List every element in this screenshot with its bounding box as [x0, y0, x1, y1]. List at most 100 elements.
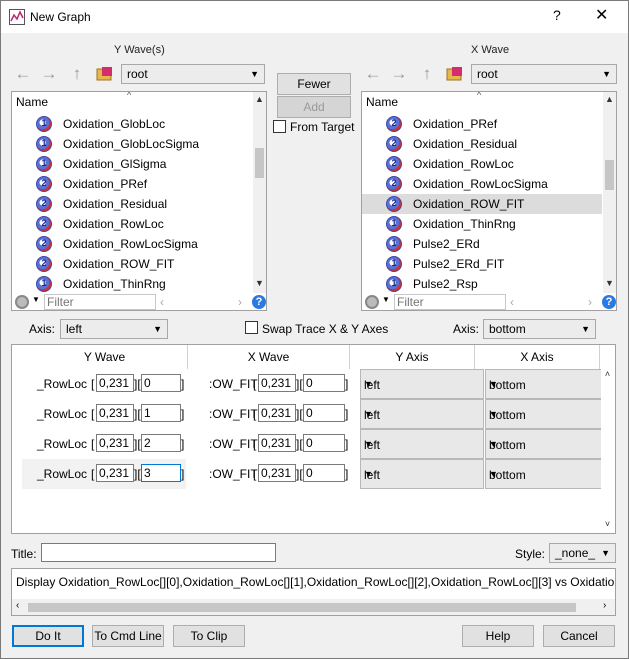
- y-axis-dropdown[interactable]: left ▼: [360, 429, 484, 459]
- gear-icon[interactable]: [365, 295, 379, 309]
- scroll-up-icon[interactable]: ˄: [601, 369, 614, 379]
- y-column-input[interactable]: 2: [141, 434, 181, 452]
- y-list-scrollbar[interactable]: ▲ ▼: [253, 92, 266, 293]
- title-input[interactable]: [41, 543, 276, 562]
- fewer-choices-button[interactable]: Fewer choices: [277, 73, 351, 111]
- help-icon[interactable]: ?: [602, 295, 616, 309]
- list-item[interactable]: 1 Oxidation_GlobLocSigma: [12, 134, 252, 154]
- y-column-input[interactable]: 3: [141, 464, 181, 482]
- command-scrollbar[interactable]: ‹ ›: [12, 599, 615, 615]
- y-column-input[interactable]: 1: [141, 404, 181, 422]
- scroll-down-icon[interactable]: ▼: [603, 278, 616, 288]
- x-range-input[interactable]: 0,231: [258, 434, 296, 452]
- y-wave-name: _RowLoc: [37, 407, 88, 421]
- back-arrow-icon[interactable]: ←: [362, 64, 384, 84]
- list-item[interactable]: 1 Pulse2_ERd: [362, 234, 602, 254]
- scroll-up-icon[interactable]: ▲: [253, 94, 266, 104]
- x-axis-dropdown[interactable]: bottom ▼: [485, 429, 610, 459]
- x-list-scrollbar[interactable]: ▲ ▼: [603, 92, 616, 293]
- scroll-right-icon[interactable]: ›: [238, 295, 242, 309]
- command-preview[interactable]: Display Oxidation_RowLoc[][0],Oxidation_…: [11, 568, 616, 616]
- x-axis-select[interactable]: bottom ▼: [483, 319, 596, 339]
- scroll-up-icon[interactable]: ▲: [603, 94, 616, 104]
- chevron-down-icon[interactable]: ▼: [382, 295, 390, 304]
- wave-icon: 1: [386, 216, 402, 232]
- x-scroll-thumb[interactable]: [605, 160, 614, 190]
- forward-arrow-icon[interactable]: →: [388, 64, 410, 84]
- list-item[interactable]: 1 Oxidation_ThinRng: [362, 214, 602, 234]
- grid-scrollbar[interactable]: ˄ ˅: [601, 369, 614, 533]
- y-folder-select[interactable]: root ▼: [121, 64, 265, 84]
- scroll-down-icon[interactable]: ˅: [601, 519, 614, 529]
- help-icon[interactable]: ?: [252, 295, 266, 309]
- gear-icon[interactable]: [15, 295, 29, 309]
- y-axis-select[interactable]: left ▼: [60, 319, 168, 339]
- list-item[interactable]: 2 Oxidation_PRef: [362, 114, 602, 134]
- to-clip-button[interactable]: To Clip: [173, 625, 245, 647]
- new-folder-icon[interactable]: [96, 66, 114, 82]
- help-button[interactable]: Help: [462, 625, 534, 647]
- y-axis-dropdown[interactable]: left ▼: [360, 459, 484, 489]
- list-item[interactable]: 2 Oxidation_RowLocSigma: [362, 174, 602, 194]
- x-axis-dropdown[interactable]: bottom ▼: [485, 369, 610, 399]
- list-item[interactable]: 2 Oxidation_RowLoc: [12, 214, 252, 234]
- chevron-down-icon[interactable]: ▼: [32, 295, 40, 304]
- list-item[interactable]: 1 Oxidation_GlSigma: [12, 154, 252, 174]
- list-item[interactable]: 2 Oxidation_ROW_FIT: [12, 254, 252, 274]
- x-column-input[interactable]: 0: [303, 464, 345, 482]
- x-folder-select[interactable]: root ▼: [471, 64, 617, 84]
- list-item[interactable]: 1 Oxidation_ThinRng: [12, 274, 252, 294]
- x-range-input[interactable]: 0,231: [258, 374, 296, 392]
- x-column-input[interactable]: 0: [303, 404, 345, 422]
- scroll-right-icon[interactable]: ›: [603, 600, 606, 611]
- cancel-button[interactable]: Cancel: [543, 625, 615, 647]
- x-wave-list[interactable]: Name ^ 2 Oxidation_PRef 2 Oxidation_Residua…: [361, 91, 617, 311]
- list-item[interactable]: 2 Oxidation_Residual: [362, 134, 602, 154]
- add-button[interactable]: Add: [277, 96, 351, 118]
- to-cmd-line-button[interactable]: To Cmd Line: [92, 625, 164, 647]
- up-arrow-icon[interactable]: ↑: [416, 64, 438, 84]
- x-axis-dropdown[interactable]: bottom ▼: [485, 459, 610, 489]
- x-filter-input[interactable]: [394, 294, 506, 310]
- list-item[interactable]: 2 Oxidation_RowLocSigma: [12, 234, 252, 254]
- command-scroll-thumb[interactable]: [28, 603, 576, 612]
- list-item[interactable]: 1 Pulse2_ERd_FIT: [362, 254, 602, 274]
- x-axis-dropdown[interactable]: bottom ▼: [485, 399, 610, 429]
- scroll-left-icon[interactable]: ‹: [160, 295, 164, 309]
- x-range-input[interactable]: 0,231: [258, 404, 296, 422]
- list-item[interactable]: 2 Oxidation_ROW_FIT: [362, 194, 602, 214]
- help-question-button[interactable]: ?: [553, 7, 561, 23]
- from-target-checkbox[interactable]: [273, 120, 286, 133]
- y-axis-dropdown[interactable]: left ▼: [360, 369, 484, 399]
- scroll-left-icon[interactable]: ‹: [16, 600, 19, 611]
- list-item[interactable]: 1 Pulse2_Rsp: [362, 274, 602, 294]
- new-folder-icon[interactable]: [446, 66, 464, 82]
- swap-axes-checkbox[interactable]: [245, 321, 258, 334]
- x-column-input[interactable]: 0: [303, 374, 345, 392]
- y-axis-dropdown[interactable]: left ▼: [360, 399, 484, 429]
- y-filter-input[interactable]: [44, 294, 156, 310]
- x-range-input[interactable]: 0,231: [258, 464, 296, 482]
- y-range-input[interactable]: 0,231: [96, 464, 134, 482]
- do-it-button[interactable]: Do It: [12, 625, 84, 647]
- up-arrow-icon[interactable]: ↑: [66, 64, 88, 84]
- y-scroll-thumb[interactable]: [255, 148, 264, 178]
- list-item[interactable]: 1 Oxidation_GlobLoc: [12, 114, 252, 134]
- y-column-input[interactable]: 0: [141, 374, 181, 392]
- scroll-down-icon[interactable]: ▼: [253, 278, 266, 288]
- y-wave-list[interactable]: Name ^ 1 Oxidation_GlobLoc 1 Oxidation_Glob…: [11, 91, 267, 311]
- y-range-input[interactable]: 0,231: [96, 434, 134, 452]
- scroll-left-icon[interactable]: ‹: [510, 295, 514, 309]
- list-item-label: Oxidation_ROW_FIT: [413, 197, 525, 211]
- list-item[interactable]: 2 Oxidation_PRef: [12, 174, 252, 194]
- list-item[interactable]: 2 Oxidation_RowLoc: [362, 154, 602, 174]
- close-icon[interactable]: ✕: [595, 5, 608, 25]
- y-range-input[interactable]: 0,231: [96, 404, 134, 422]
- forward-arrow-icon[interactable]: →: [38, 64, 60, 84]
- scroll-right-icon[interactable]: ›: [588, 295, 592, 309]
- x-column-input[interactable]: 0: [303, 434, 345, 452]
- y-range-input[interactable]: 0,231: [96, 374, 134, 392]
- back-arrow-icon[interactable]: ←: [12, 64, 34, 84]
- style-select[interactable]: _none_ ▼: [549, 543, 616, 563]
- list-item[interactable]: 2 Oxidation_Residual: [12, 194, 252, 214]
